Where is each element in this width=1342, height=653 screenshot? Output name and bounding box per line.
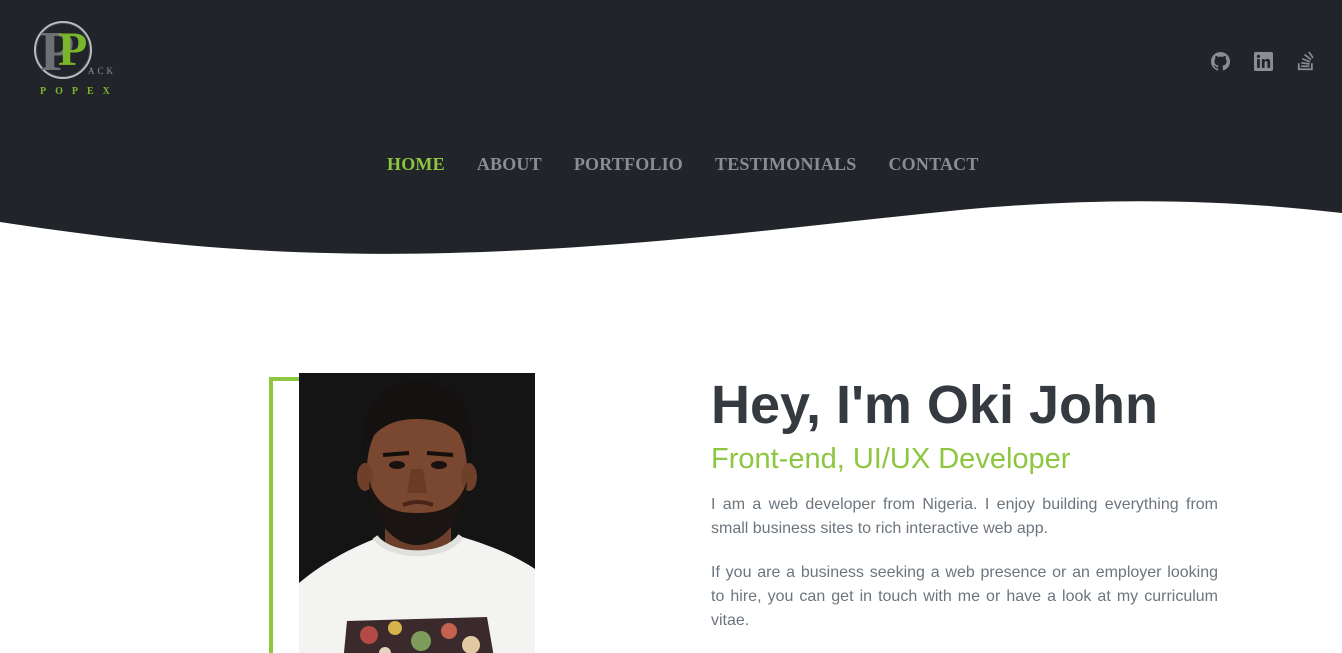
main-nav: HOME ABOUT PORTFOLIO TESTIMONIALS CONTAC… (387, 154, 979, 175)
social-links (1211, 52, 1316, 71)
site-logo[interactable]: P P ACK POPEX (28, 18, 138, 108)
hero-contact-paragraph: If you are a business seeking a web pres… (711, 564, 1218, 629)
page: P P ACK POPEX HOME ABOUT PORTFOLIO TESTI… (0, 0, 1342, 653)
profile-photo-illustration (299, 373, 535, 653)
site-header: P P ACK POPEX HOME ABOUT PORTFOLIO TESTI… (0, 0, 1342, 260)
stackoverflow-icon (1297, 52, 1314, 71)
nav-contact[interactable]: CONTACT (888, 154, 978, 175)
nav-home[interactable]: HOME (387, 154, 445, 175)
hero-title: Hey, I'm Oki John (711, 375, 1158, 435)
profile-photo (299, 373, 535, 653)
github-link[interactable] (1211, 52, 1230, 71)
stackoverflow-link[interactable] (1297, 52, 1316, 71)
nav-portfolio[interactable]: PORTFOLIO (574, 154, 683, 175)
hero-intro-paragraph: I am a web developer from Nigeria. I enj… (711, 496, 1218, 537)
nav-about[interactable]: ABOUT (477, 154, 542, 175)
logo-word-bottom: POPEX (40, 86, 119, 97)
header-wave-background (0, 0, 1342, 254)
logo-word-top: ACK (88, 66, 117, 76)
linkedin-link[interactable] (1254, 52, 1273, 71)
linkedin-icon (1254, 52, 1273, 71)
nav-testimonials[interactable]: TESTIMONIALS (715, 154, 856, 175)
github-icon (1211, 52, 1230, 71)
logo-mark-green: P (58, 23, 88, 76)
hero-content: Hey, I'm Oki John Front-end, UI/UX Devel… (711, 373, 1218, 633)
hero-subtitle: Front-end, UI/UX Developer (711, 443, 1071, 475)
